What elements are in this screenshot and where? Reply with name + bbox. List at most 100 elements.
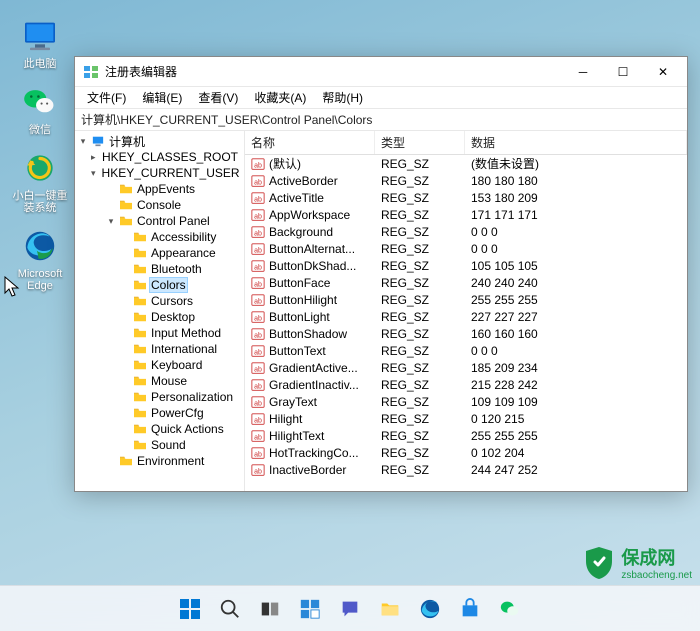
tree-panel[interactable]: ▾计算机▸HKEY_CLASSES_ROOT▾HKEY_CURRENT_USER…: [75, 131, 245, 491]
address-bar[interactable]: 计算机\HKEY_CURRENT_USER\Control Panel\Colo…: [75, 109, 687, 131]
registry-value-row[interactable]: abButtonFace REG_SZ 240 240 240: [245, 274, 687, 291]
tree-item[interactable]: ▾Control Panel: [105, 213, 244, 229]
value-data: 105 105 105: [465, 259, 687, 273]
list-header[interactable]: 名称 类型 数据: [245, 131, 687, 155]
registry-value-row[interactable]: abActiveBorder REG_SZ 180 180 180: [245, 172, 687, 189]
start-button[interactable]: [172, 591, 208, 627]
maximize-button[interactable]: ☐: [603, 58, 643, 86]
registry-value-row[interactable]: abButtonShadow REG_SZ 160 160 160: [245, 325, 687, 342]
tree-item[interactable]: Environment: [105, 453, 244, 469]
registry-value-row[interactable]: abButtonText REG_SZ 0 0 0: [245, 342, 687, 359]
svg-text:ab: ab: [254, 281, 262, 288]
registry-value-row[interactable]: abGrayText REG_SZ 109 109 109: [245, 393, 687, 410]
tree-item[interactable]: PowerCfg: [119, 405, 244, 421]
registry-value-row[interactable]: abButtonDkShad... REG_SZ 105 105 105: [245, 257, 687, 274]
expand-icon[interactable]: ▸: [91, 152, 96, 163]
value-type: REG_SZ: [375, 446, 465, 460]
registry-value-row[interactable]: abGradientActive... REG_SZ 185 209 234: [245, 359, 687, 376]
value-name: ab(默认): [245, 155, 375, 172]
value-data: 0 0 0: [465, 344, 687, 358]
menu-favorites[interactable]: 收藏夹(A): [246, 87, 314, 108]
tree-item-label: Personalization: [149, 390, 235, 404]
widgets-button[interactable]: [292, 591, 328, 627]
store-button[interactable]: [452, 591, 488, 627]
value-data: 255 255 255: [465, 293, 687, 307]
registry-value-row[interactable]: abButtonAlternat... REG_SZ 0 0 0: [245, 240, 687, 257]
registry-value-row[interactable]: abButtonHilight REG_SZ 255 255 255: [245, 291, 687, 308]
svg-text:ab: ab: [254, 298, 262, 305]
value-name: abButtonFace: [245, 276, 375, 290]
minimize-button[interactable]: ─: [563, 58, 603, 86]
col-header-type[interactable]: 类型: [375, 131, 465, 154]
tree-item[interactable]: AppEvents: [105, 181, 244, 197]
svg-text:ab: ab: [254, 264, 262, 271]
svg-text:ab: ab: [254, 196, 262, 203]
value-data: 153 180 209: [465, 191, 687, 205]
tree-item[interactable]: Personalization: [119, 389, 244, 405]
registry-value-row[interactable]: abGradientInactiv... REG_SZ 215 228 242: [245, 376, 687, 393]
desktop-icon-wechat[interactable]: 微信: [12, 82, 68, 136]
value-name: abButtonAlternat...: [245, 242, 375, 256]
svg-text:ab: ab: [254, 162, 262, 169]
col-header-data[interactable]: 数据: [465, 131, 687, 154]
search-button[interactable]: [212, 591, 248, 627]
wechat-button[interactable]: [492, 591, 528, 627]
close-button[interactable]: ✕: [643, 58, 683, 86]
edge-button[interactable]: [412, 591, 448, 627]
explorer-button[interactable]: [372, 591, 408, 627]
tree-item[interactable]: ▸HKEY_CLASSES_ROOT: [91, 149, 244, 165]
desktop-icon-edge[interactable]: Microsoft Edge: [12, 226, 68, 292]
menu-edit[interactable]: 编辑(E): [134, 87, 190, 108]
chat-button[interactable]: [332, 591, 368, 627]
list-panel[interactable]: 名称 类型 数据 ab(默认) REG_SZ (数值未设置) abActiveB…: [245, 131, 687, 491]
value-type: REG_SZ: [375, 293, 465, 307]
registry-value-row[interactable]: ab(默认) REG_SZ (数值未设置): [245, 155, 687, 172]
tree-item-label: HKEY_CURRENT_USER: [100, 166, 242, 180]
tree-item[interactable]: Console: [105, 197, 244, 213]
svg-text:ab: ab: [254, 349, 262, 356]
tree-item[interactable]: Accessibility: [119, 229, 244, 245]
titlebar[interactable]: 注册表编辑器 ─ ☐ ✕: [75, 57, 687, 87]
tree-item[interactable]: Sound: [119, 437, 244, 453]
tree-item[interactable]: Quick Actions: [119, 421, 244, 437]
col-header-name[interactable]: 名称: [245, 131, 375, 154]
taskview-button[interactable]: [252, 591, 288, 627]
value-type: REG_SZ: [375, 157, 465, 171]
tree-item[interactable]: Colors: [119, 277, 244, 293]
tree-item[interactable]: Input Method: [119, 325, 244, 341]
tree-item[interactable]: Bluetooth: [119, 261, 244, 277]
value-type: REG_SZ: [375, 378, 465, 392]
taskbar[interactable]: [0, 585, 700, 631]
registry-value-row[interactable]: abHilight REG_SZ 0 120 215: [245, 410, 687, 427]
tree-item[interactable]: Appearance: [119, 245, 244, 261]
svg-text:ab: ab: [254, 230, 262, 237]
menu-file[interactable]: 文件(F): [79, 87, 134, 108]
menu-help[interactable]: 帮助(H): [314, 87, 371, 108]
value-data: 0 0 0: [465, 225, 687, 239]
tree-item[interactable]: International: [119, 341, 244, 357]
tree-item[interactable]: Mouse: [119, 373, 244, 389]
registry-value-row[interactable]: abHotTrackingCo... REG_SZ 0 102 204: [245, 444, 687, 461]
tree-item[interactable]: Desktop: [119, 309, 244, 325]
tree-item[interactable]: Keyboard: [119, 357, 244, 373]
tree-item[interactable]: Cursors: [119, 293, 244, 309]
tree-item[interactable]: ▾计算机: [77, 133, 244, 149]
tree-item-label: PowerCfg: [149, 406, 206, 420]
desktop-icon-pc[interactable]: 此电脑: [12, 16, 68, 70]
expand-icon[interactable]: ▾: [77, 136, 89, 147]
expand-icon[interactable]: ▾: [91, 168, 96, 179]
menu-view[interactable]: 查看(V): [190, 87, 246, 108]
tree-item[interactable]: ▾ HKEY_CURRENT_USER: [91, 165, 244, 181]
registry-value-row[interactable]: abBackground REG_SZ 0 0 0: [245, 223, 687, 240]
value-data: 171 171 171: [465, 208, 687, 222]
tree-item-label: Desktop: [149, 310, 197, 324]
registry-value-row[interactable]: abActiveTitle REG_SZ 153 180 209: [245, 189, 687, 206]
value-name: abGrayText: [245, 395, 375, 409]
registry-value-row[interactable]: abAppWorkspace REG_SZ 171 171 171: [245, 206, 687, 223]
registry-value-row[interactable]: abButtonLight REG_SZ 227 227 227: [245, 308, 687, 325]
list-rows: ab(默认) REG_SZ (数值未设置) abActiveBorder REG…: [245, 155, 687, 478]
desktop-icon-reinstall[interactable]: 小白一键重装系统: [12, 148, 68, 214]
registry-value-row[interactable]: abInactiveBorder REG_SZ 244 247 252: [245, 461, 687, 478]
registry-value-row[interactable]: abHilightText REG_SZ 255 255 255: [245, 427, 687, 444]
expand-icon[interactable]: ▾: [105, 216, 117, 227]
